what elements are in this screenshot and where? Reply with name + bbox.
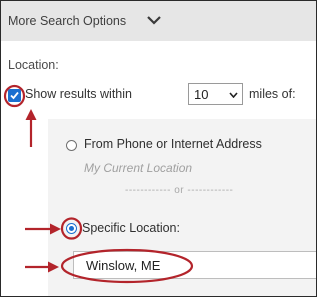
checkbox-highlight-circle: [3, 84, 26, 108]
annotation-overlay: [3, 84, 194, 284]
radio-highlight-circle: [60, 217, 83, 240]
search-options-panel: More Search Options Location: Show resul…: [0, 0, 317, 297]
arrow-up-head: [25, 109, 37, 120]
arrow-right-input-head: [48, 261, 59, 273]
location-input-highlight-ellipse: [60, 248, 194, 284]
arrow-right-radio-head: [50, 223, 61, 235]
